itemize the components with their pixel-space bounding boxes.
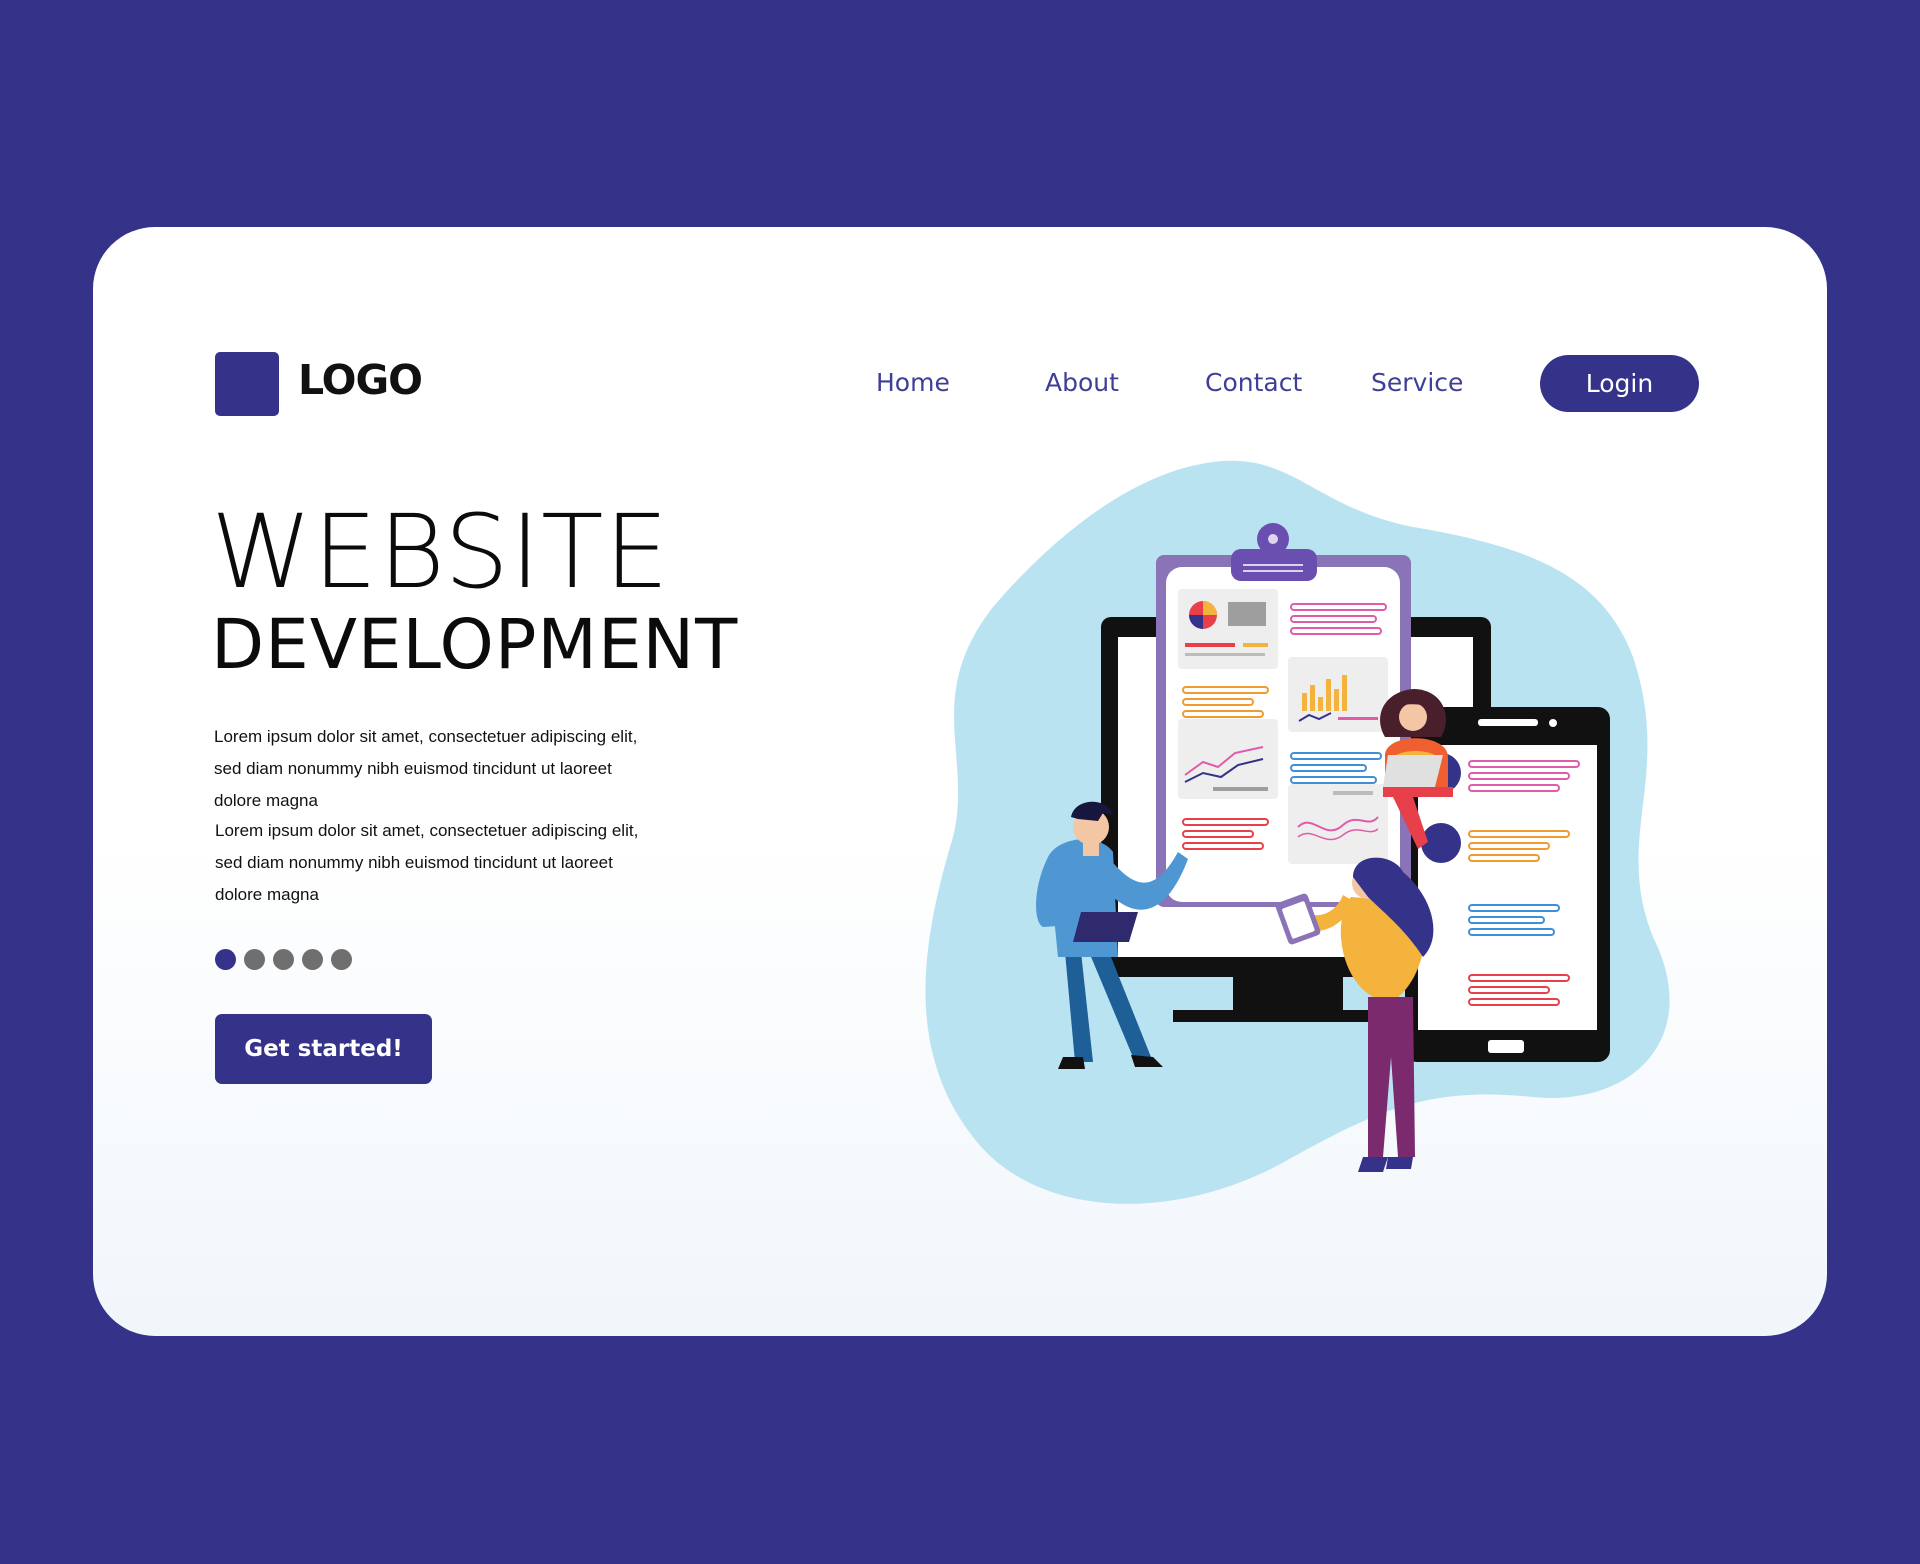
nav-link-service[interactable]: Service xyxy=(1371,368,1463,397)
paragraph-line: sed diam nonummy nibh euismod tincidunt … xyxy=(215,853,613,872)
hero-illustration xyxy=(925,460,1670,1204)
paragraph-line: Lorem ipsum dolor sit amet, consectetuer… xyxy=(214,727,638,746)
hero-subtitle: DEVELOPMENT xyxy=(211,605,739,685)
paragraph-line: dolore magna xyxy=(215,885,319,904)
clipboard-icon xyxy=(1156,523,1411,907)
carousel-dot-2[interactable] xyxy=(244,949,265,970)
laptop-icon xyxy=(1383,755,1443,787)
get-started-button[interactable]: Get started! xyxy=(215,1014,432,1084)
paragraph-line: Lorem ipsum dolor sit amet, consectetuer… xyxy=(215,821,639,840)
landing-card: LOGO Home About Contact Service Login WE… xyxy=(93,227,1827,1336)
nav-link-about[interactable]: About xyxy=(1045,368,1119,397)
carousel-dot-5[interactable] xyxy=(331,949,352,970)
laptop-icon xyxy=(1073,912,1138,942)
nav-link-home[interactable]: Home xyxy=(876,368,950,397)
hero-paragraph-1: Lorem ipsum dolor sit amet, consectetuer… xyxy=(214,721,684,817)
carousel-dots xyxy=(215,949,352,970)
nav-link-contact[interactable]: Contact xyxy=(1205,368,1302,397)
carousel-dot-4[interactable] xyxy=(302,949,323,970)
carousel-dot-3[interactable] xyxy=(273,949,294,970)
hero-title: WEBSITE xyxy=(211,493,670,612)
logo-text[interactable]: LOGO xyxy=(298,356,423,404)
logo-mark[interactable] xyxy=(215,352,279,416)
paragraph-line: dolore magna xyxy=(214,791,318,810)
paragraph-line: sed diam nonummy nibh euismod tincidunt … xyxy=(214,759,612,778)
hero-paragraph-2: Lorem ipsum dolor sit amet, consectetuer… xyxy=(215,815,685,911)
carousel-dot-1[interactable] xyxy=(215,949,236,970)
login-button[interactable]: Login xyxy=(1540,355,1699,412)
